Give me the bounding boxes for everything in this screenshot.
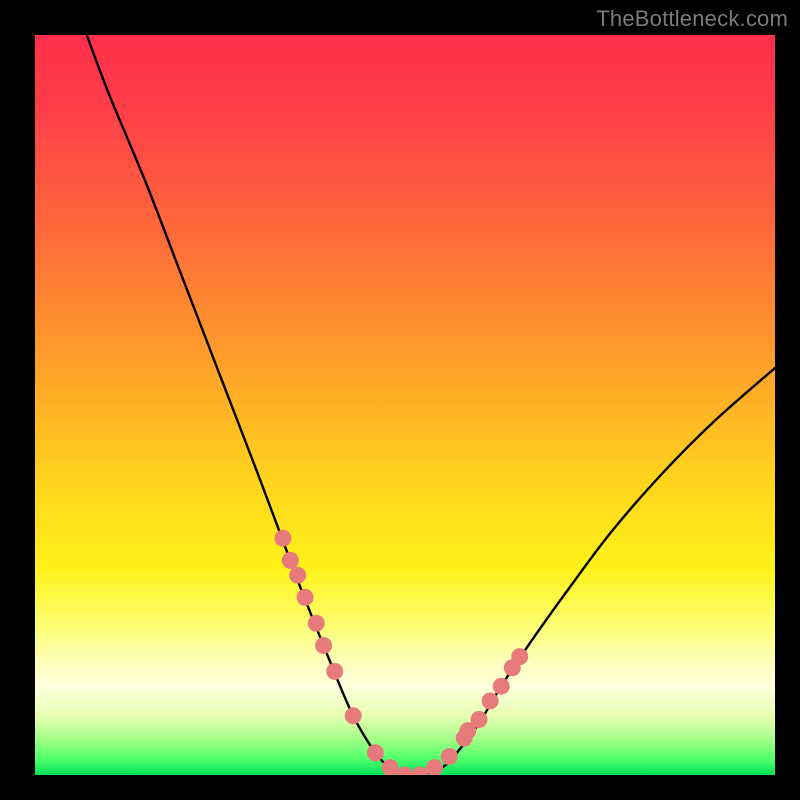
- plot-area: [35, 35, 775, 775]
- marker-dot: [315, 637, 332, 654]
- marker-dot: [367, 744, 384, 761]
- marker-dot: [441, 748, 458, 765]
- marker-dot: [471, 711, 488, 728]
- bottleneck-curve: [87, 35, 775, 775]
- marker-group: [274, 530, 528, 775]
- marker-dot: [397, 767, 414, 776]
- marker-dot: [426, 759, 443, 775]
- marker-dot: [289, 567, 306, 584]
- chart-stage: TheBottleneck.com: [0, 0, 800, 800]
- marker-dot: [308, 615, 325, 632]
- marker-dot: [282, 552, 299, 569]
- marker-dot: [297, 589, 314, 606]
- marker-dot: [493, 678, 510, 695]
- marker-dot: [411, 767, 428, 776]
- marker-dot: [511, 648, 528, 665]
- marker-dot: [274, 530, 291, 547]
- watermark-text: TheBottleneck.com: [596, 6, 788, 32]
- chart-svg: [35, 35, 775, 775]
- marker-dot: [482, 693, 499, 710]
- marker-dot: [345, 707, 362, 724]
- marker-dot: [326, 663, 343, 680]
